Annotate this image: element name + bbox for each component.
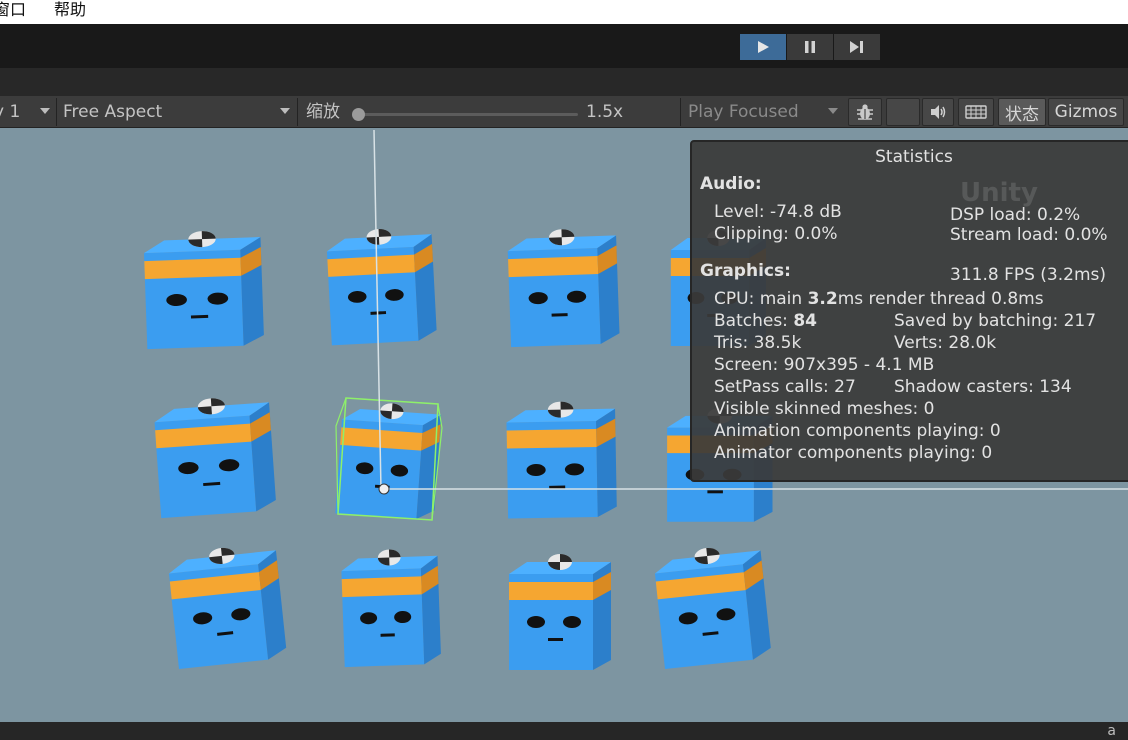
keyboard-icon <box>965 105 987 119</box>
pause-button[interactable] <box>787 34 833 60</box>
menu-help[interactable]: 帮助 <box>54 0 86 20</box>
cube-character[interactable] <box>506 400 617 519</box>
statistics-panel: Unity Statistics Audio: Level: -74.8 dB … <box>690 140 1128 482</box>
mute-audio-button[interactable] <box>922 98 954 126</box>
blank-toggle-button[interactable] <box>886 98 920 126</box>
batches-value: 84 <box>793 311 817 331</box>
menu-bar: 窗口 帮助 <box>0 0 1128 24</box>
animator-components: Animator components playing: 0 <box>714 443 993 463</box>
main-toolbar <box>0 24 1128 68</box>
cube-character[interactable] <box>325 226 438 346</box>
scale-slider-handle[interactable] <box>352 108 365 121</box>
bug-button[interactable] <box>848 98 882 126</box>
divider <box>56 98 57 126</box>
status-bar: a <box>0 722 1128 740</box>
tris: Tris: 38.5k <box>714 333 802 353</box>
verts: Verts: 28.0k <box>894 333 997 353</box>
status-text: a <box>1107 723 1116 739</box>
cpu-label: CPU: main <box>714 289 808 309</box>
cube-character[interactable] <box>340 547 442 668</box>
cube-character[interactable] <box>652 542 772 670</box>
chevron-down-icon <box>40 108 50 114</box>
audio-heading: Audio: <box>700 174 762 194</box>
screen-info: Screen: 907x395 - 4.1 MB <box>714 355 935 375</box>
audio-icon <box>931 105 946 119</box>
cpu-main-value: 3.2 <box>807 289 838 309</box>
stream-load: Stream load: 0.0% <box>950 225 1108 245</box>
setpass-calls: SetPass calls: 27 <box>714 377 856 397</box>
game-view-tab-strip <box>0 68 1128 96</box>
cpu-times: CPU: main 3.2ms render thread 0.8ms <box>714 288 1044 310</box>
scale-slider-track[interactable] <box>358 113 578 116</box>
fps-readout: 311.8 FPS (3.2ms) <box>950 265 1107 285</box>
aspect-dropdown[interactable]: Free Aspect <box>63 99 162 125</box>
gizmo-pivot[interactable] <box>378 483 390 495</box>
display-dropdown[interactable]: y 1 <box>0 99 20 125</box>
dsp-load: DSP load: 0.2% <box>950 205 1081 225</box>
keyboard-button[interactable] <box>958 98 994 126</box>
animation-components: Animation components playing: 0 <box>714 421 1001 441</box>
gizmos-toggle-button[interactable]: Gizmos <box>1048 98 1124 126</box>
play-mode-dropdown[interactable]: Play Focused <box>688 99 799 125</box>
chevron-down-icon <box>280 108 290 114</box>
cube-character[interactable] <box>335 399 442 521</box>
bug-icon <box>857 104 873 120</box>
cube-character[interactable] <box>507 227 620 348</box>
batches: Batches: 84 <box>714 310 817 332</box>
cube-character[interactable] <box>509 554 611 670</box>
play-button[interactable] <box>740 34 786 60</box>
cube-character[interactable] <box>166 542 288 670</box>
step-button[interactable] <box>834 34 880 60</box>
cpu-render-thread: ms render thread 0.8ms <box>837 289 1044 309</box>
step-icon <box>850 41 863 53</box>
audio-level: Level: -74.8 dB <box>714 202 842 222</box>
play-controls <box>740 34 880 60</box>
scale-label: 缩放 <box>306 102 340 122</box>
menu-window[interactable]: 窗口 <box>0 0 26 20</box>
play-icon <box>758 41 769 53</box>
saved-by-batching: Saved by batching: 217 <box>894 311 1097 331</box>
batches-label: Batches: <box>714 311 794 331</box>
pause-icon <box>805 41 815 53</box>
cube-character[interactable] <box>153 394 277 519</box>
divider <box>297 98 298 126</box>
cube-character[interactable] <box>143 229 265 350</box>
chevron-down-icon <box>828 108 838 114</box>
scale-value: 1.5x <box>586 102 624 122</box>
shadow-casters: Shadow casters: 134 <box>894 377 1072 397</box>
divider <box>680 98 681 126</box>
skinned-meshes: Visible skinned meshes: 0 <box>714 399 935 419</box>
graphics-heading: Graphics: <box>700 261 791 281</box>
audio-clipping: Clipping: 0.0% <box>714 224 838 244</box>
stats-toggle-button[interactable]: 状态 <box>998 98 1046 126</box>
statistics-title: Statistics <box>875 147 953 167</box>
